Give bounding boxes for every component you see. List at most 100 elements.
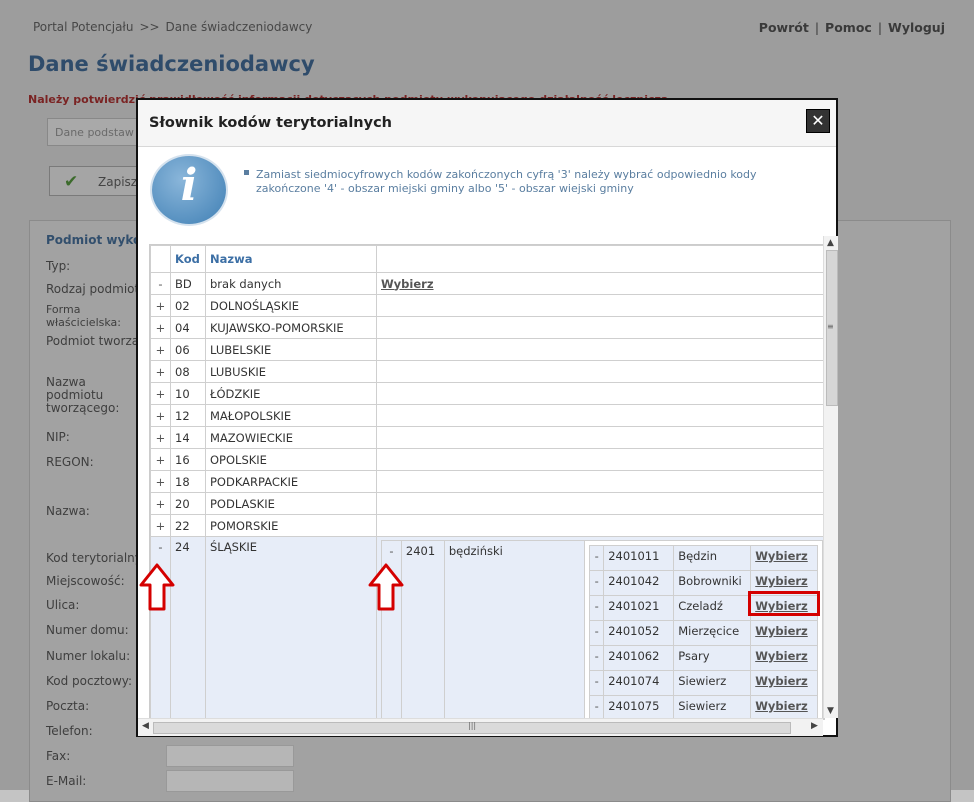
expand-toggle[interactable]: + [150,338,171,361]
select-link[interactable]: Wybierz [755,674,808,688]
table-row: +14 MAZOWIECKIE [150,426,824,449]
expand-toggle[interactable]: - [150,272,171,295]
gmina-toggle[interactable]: - [589,595,605,621]
row-action [376,426,824,449]
scroll-up-icon[interactable]: ▲ [827,238,834,248]
gminy-cell: -2401011 Będzin Wybierz -2401042 Bobrowniki W… [584,540,823,719]
row-kod: 08 [170,360,206,383]
gmina-kod: 2401011 [603,545,675,571]
gminy-table: -2401011 Będzin Wybierz -2401042 Bobrowniki W… [589,545,819,719]
field-label-kod-pocztowy: Kod pocztowy: [46,674,133,688]
tab-basic-data[interactable]: Dane podstaw [47,118,149,146]
codes-table: Kod Nazwa - BD brak danych Wybierz +02 DOLNOŚ… [150,245,824,719]
expand-toggle[interactable]: + [150,316,171,339]
gmina-nazwa: Siewierz [673,670,752,696]
gmina-nazwa: Będzin [673,545,752,571]
territorial-codes-dialog: Słownik kodów terytorialnych ✕ i Zamiast… [136,98,838,737]
row-nazwa: brak danych [205,272,377,295]
breadcrumb-portal-link[interactable]: Portal Potencjału [33,20,133,34]
scroll-right-icon[interactable]: ▶ [811,721,818,731]
gmina-nazwa: Mierzęcice [673,620,752,646]
highlight-box [748,591,820,616]
gmina-toggle[interactable]: - [589,570,605,596]
select-link[interactable]: Wybierz [755,549,808,563]
link-separator: | [814,20,820,35]
select-link[interactable]: Wybierz [381,277,434,291]
save-button[interactable]: ✔ Zapisz [49,166,146,196]
close-icon[interactable]: ✕ [806,109,830,133]
expand-toggle[interactable]: + [150,360,171,383]
row-kod: 20 [170,492,206,515]
expand-toggle[interactable]: + [150,448,171,471]
bullet-icon [244,170,249,175]
expand-toggle[interactable]: + [150,404,171,427]
info-icon: i [152,156,226,224]
info-message-text: Zamiast siedmiocyfrowych kodów zakończon… [256,168,757,195]
row-nazwa: ŚLĄSKIE [205,536,377,719]
table-row: +08 LUBUSKIE [150,360,824,383]
gminy-body: -2401011 Będzin Wybierz -2401042 Bobrowniki W… [589,545,819,719]
col-kod-header: Kod [170,245,206,273]
scroll-down-icon[interactable]: ▼ [827,706,834,716]
expand-toggle[interactable]: + [150,470,171,493]
scroll-left-icon[interactable]: ◀ [142,721,149,731]
row-nazwa: PODKARPACKIE [205,470,377,493]
expand-toggle[interactable]: + [150,492,171,515]
field-label-miejscowosc: Miejscowość: [46,574,125,588]
select-link[interactable]: Wybierz [755,574,808,588]
gmina-row: -2401011 Będzin Wybierz [589,545,819,571]
dialog-title: Słownik kodów terytorialnych [149,115,392,131]
expand-toggle[interactable]: + [150,426,171,449]
gmina-nazwa: Bobrowniki [673,570,752,596]
table-row: +12 MAŁOPOLSKIE [150,404,824,427]
row-nazwa: LUBELSKIE [205,338,377,361]
row-kod: 04 [170,316,206,339]
gmina-toggle[interactable]: - [589,670,605,696]
table-row: +20 PODLASKIE [150,492,824,515]
gmina-toggle[interactable]: - [589,695,605,719]
select-link[interactable]: Wybierz [755,624,808,638]
logout-link[interactable]: Wyloguj [888,20,945,35]
vertical-scrollbar[interactable]: ▲ ≡ ▼ [823,236,838,718]
table-body: - BD brak danych Wybierz +02 DOLNOŚLĄSKIE +04 K… [150,272,824,537]
select-link[interactable]: Wybierz [755,649,808,663]
row-nazwa: MAŁOPOLSKIE [205,404,377,427]
col-nazwa-header: Nazwa [205,245,377,273]
row-nazwa: PODLASKIE [205,492,377,515]
horizontal-scrollbar[interactable]: ◀ ||| ▶ [138,718,823,736]
row-action [376,382,824,405]
row-action [376,470,824,493]
row-kod: 02 [170,294,206,317]
row-kod: 22 [170,514,206,537]
breadcrumb: Portal Potencjału >> Dane świadczeniodawcy [33,20,312,34]
select-link[interactable]: Wybierz [755,699,808,713]
gmina-action: Wybierz [750,620,819,646]
expand-toggle[interactable]: + [150,382,171,405]
checkmark-icon: ✔ [64,172,79,192]
help-link[interactable]: Pomoc [825,20,872,35]
field-label-ulica: Ulica: [46,598,80,612]
gmina-toggle[interactable]: - [589,620,605,646]
row-kod: 24 [170,536,206,719]
row-action [376,514,824,537]
grip-icon: ≡ [827,322,834,331]
dialog-header: Słownik kodów terytorialnych ✕ [138,100,836,147]
gmina-kod: 2401074 [603,670,675,696]
powiat-kod: 2401 [400,540,445,719]
fax-input[interactable] [166,745,294,767]
field-label-kod-terytorialny: Kod terytorialny: [46,551,146,565]
table-row: +04 KUJAWSKO-POMORSKIE [150,316,824,339]
field-label-numer-domu: Numer domu: [46,623,129,637]
table-row: +02 DOLNOŚLĄSKIE [150,294,824,317]
back-link[interactable]: Powrót [759,20,809,35]
arrow-up-icon [368,563,404,611]
gmina-toggle[interactable]: - [589,545,605,571]
table-row: +10 ŁÓDZKIE [150,382,824,405]
expand-toggle[interactable]: + [150,514,171,537]
row-nazwa: POMORSKIE [205,514,377,537]
gmina-toggle[interactable]: - [589,645,605,671]
expand-toggle[interactable]: + [150,294,171,317]
gmina-action: Wybierz [750,545,819,571]
email-input[interactable] [166,770,294,792]
row-kod: BD [170,272,206,295]
